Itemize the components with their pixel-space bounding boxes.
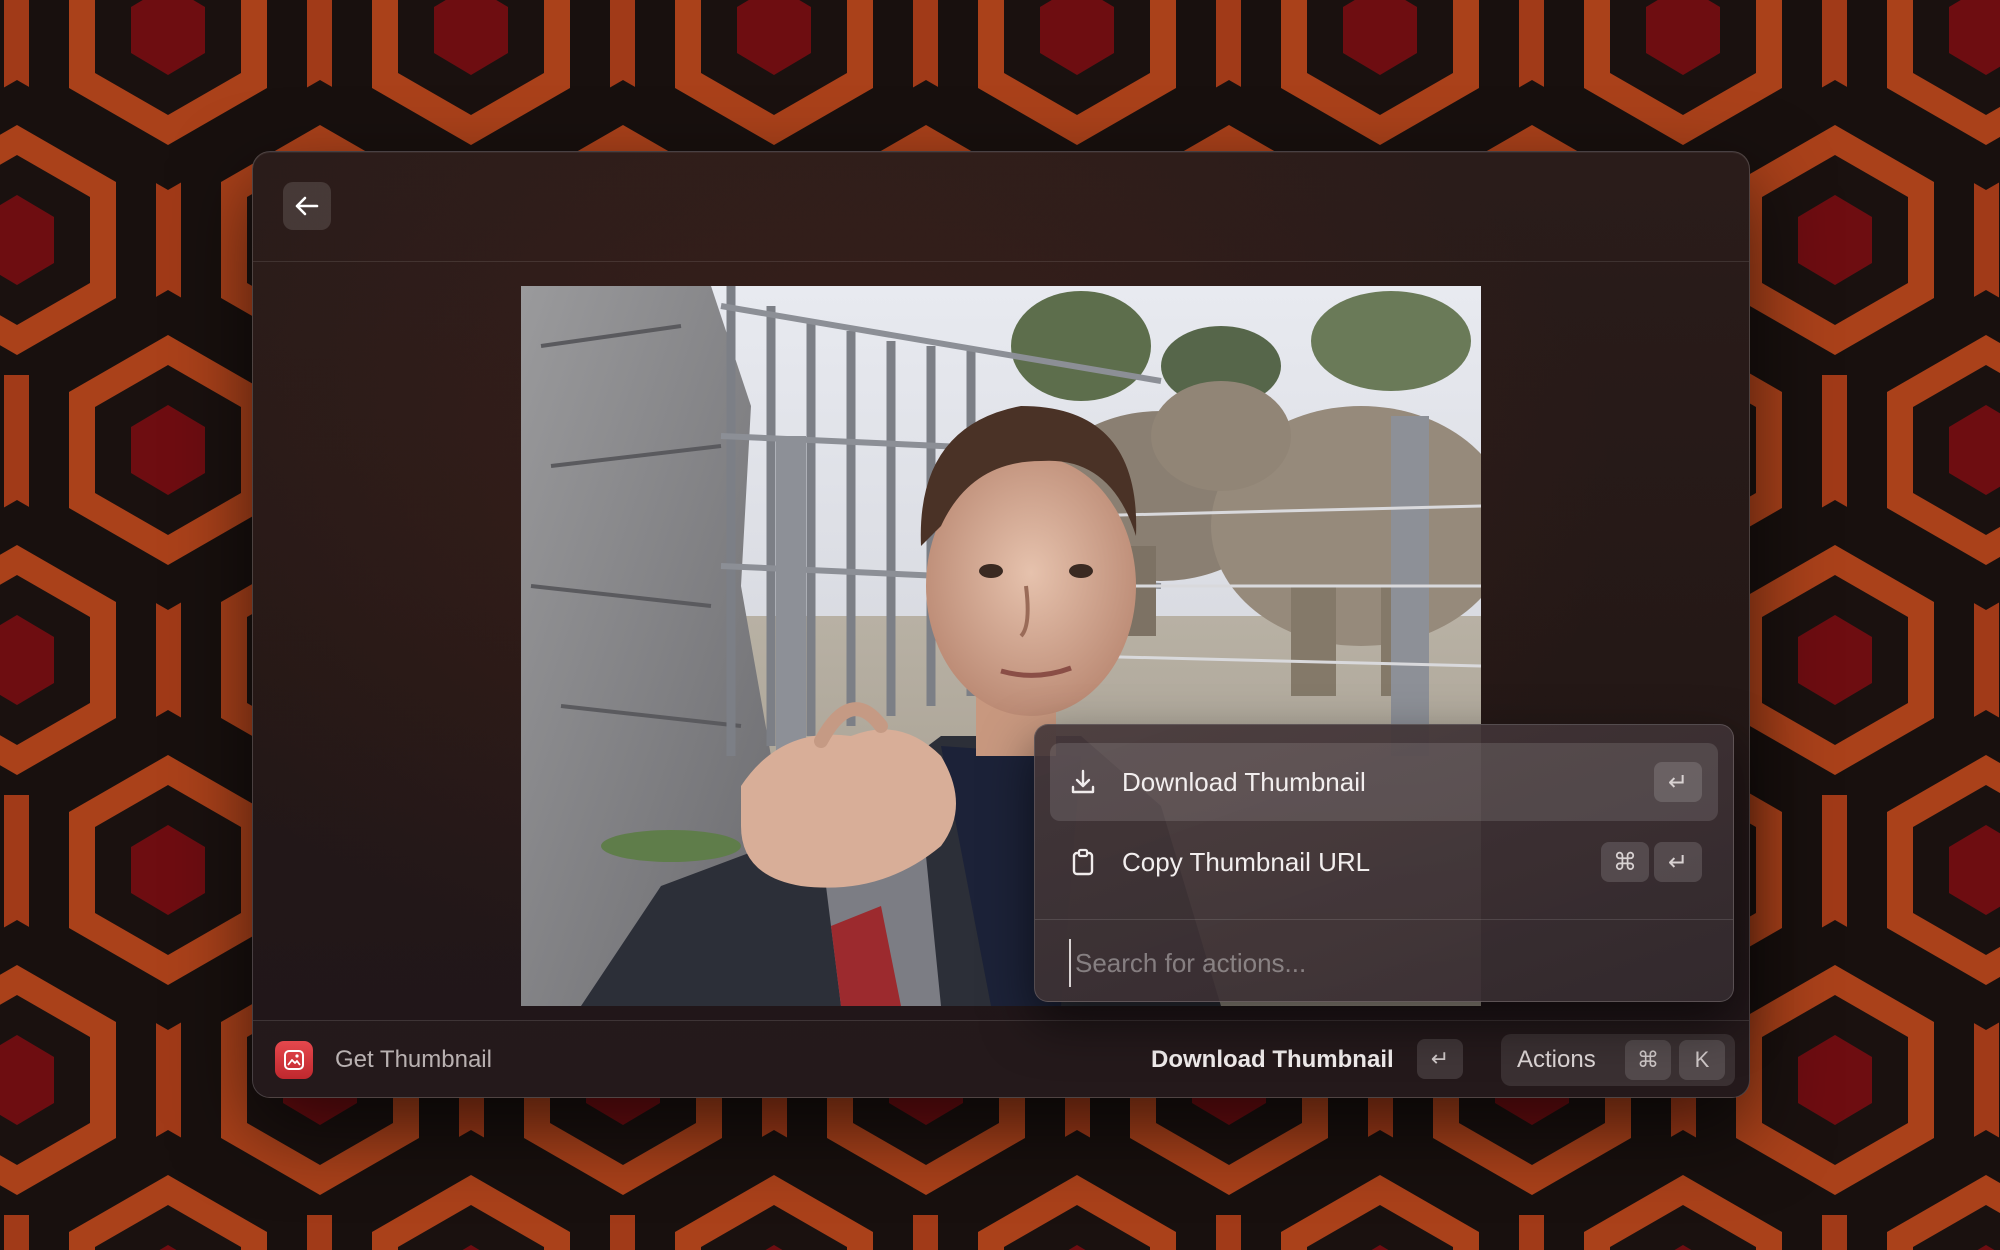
download-icon xyxy=(1071,769,1095,794)
action-copy-thumbnail-url[interactable]: Copy Thumbnail URL ⌘ ↵ xyxy=(1050,823,1718,901)
back-button[interactable] xyxy=(283,182,331,230)
k-key-hint: K xyxy=(1679,1040,1725,1080)
top-bar xyxy=(253,152,1749,262)
return-key-hint: ↵ xyxy=(1417,1039,1463,1079)
divider xyxy=(1035,919,1733,920)
return-key-hint: ↵ xyxy=(1654,762,1702,802)
search-actions-input[interactable] xyxy=(1069,939,1705,987)
actions-button[interactable]: Actions ⌘ K xyxy=(1501,1034,1735,1086)
return-key-hint: ↵ xyxy=(1654,842,1702,882)
action-download-thumbnail[interactable]: Download Thumbnail ↵ xyxy=(1050,743,1718,821)
command-key-hint: ⌘ xyxy=(1601,842,1649,882)
command-key-hint: ⌘ xyxy=(1625,1040,1671,1080)
arrow-left-icon xyxy=(295,196,319,216)
action-label: Download Thumbnail xyxy=(1122,767,1366,797)
actions-label: Actions xyxy=(1517,1046,1596,1073)
image-download-icon xyxy=(275,1041,313,1079)
action-label: Copy Thumbnail URL xyxy=(1122,847,1371,877)
extension-name: Get Thumbnail xyxy=(335,1046,492,1073)
clipboard-icon xyxy=(1072,848,1094,876)
primary-action-button[interactable]: Download Thumbnail xyxy=(1151,1045,1399,1075)
bottom-bar: Get Thumbnail Download Thumbnail ↵ Actio… xyxy=(253,1020,1749,1097)
action-panel: Download Thumbnail ↵ Copy Thumbnail URL … xyxy=(1034,724,1734,1002)
